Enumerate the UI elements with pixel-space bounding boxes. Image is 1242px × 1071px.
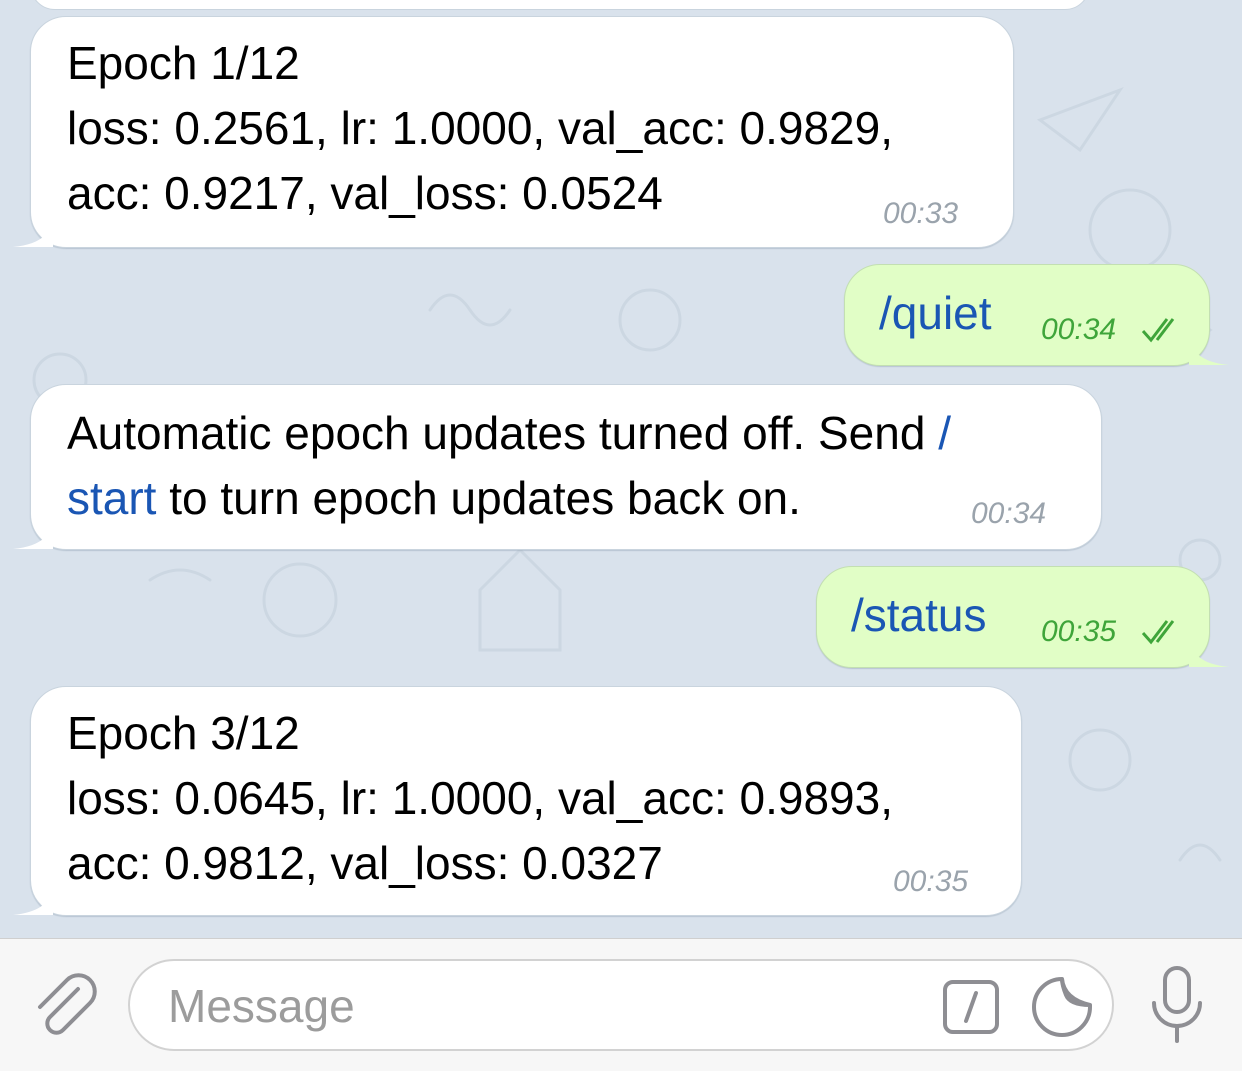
message-text: Epoch 1/12 loss: 0.2561, lr: 1.0000, val… [67,31,893,226]
message-text-part: to turn epoch updates back on. [156,472,801,524]
message-line: loss: 0.0645, lr: 1.0000, val_acc: 0.989… [67,772,893,824]
message-input-bar: Message [0,938,1242,1071]
user-message-quiet[interactable]: /quiet 00:34 [844,264,1229,366]
message-line: acc: 0.9812, val_loss: 0.0327 [67,837,663,889]
bot-message-epoch-3[interactable]: Epoch 3/12 loss: 0.0645, lr: 1.0000, val… [13,686,1022,916]
message-time: 00:33 [883,197,959,230]
previous-message-bubble [30,0,1090,10]
paperclip-icon[interactable] [28,969,100,1041]
command-text[interactable]: /status [851,583,987,648]
message-line: loss: 0.2561, lr: 1.0000, val_acc: 0.982… [67,102,893,154]
message-placeholder: Message [168,980,355,1032]
double-check-icon [1141,620,1175,645]
message-time: 00:34 [971,497,1047,530]
message-text: Epoch 3/12 loss: 0.0645, lr: 1.0000, val… [67,701,893,896]
message-text: Automatic epoch updates turned off. Send… [67,401,951,531]
command-link[interactable]: / [938,407,951,459]
message-time: 00:34 [1041,313,1117,346]
message-time: 00:35 [893,865,969,898]
user-message-status[interactable]: /status 00:35 [816,566,1229,668]
sticker-icon[interactable] [1030,975,1094,1039]
slash-command-icon[interactable] [942,979,1000,1035]
command-link[interactable]: start [67,472,156,524]
message-text-part: Automatic epoch updates turned off. Send [67,407,939,459]
bubble-tail [1189,330,1229,365]
message-line: Epoch 3/12 [67,707,300,759]
bubble-tail [1189,632,1229,667]
message-time: 00:35 [1041,615,1117,648]
message-line: acc: 0.9217, val_loss: 0.0524 [67,167,663,219]
bot-message-quiet-reply[interactable]: Automatic epoch updates turned off. Send… [13,384,1102,550]
bubble-tail [13,212,53,247]
double-check-icon [1141,318,1175,343]
message-input[interactable]: Message [128,959,1114,1051]
bot-message-epoch-1[interactable]: Epoch 1/12 loss: 0.2561, lr: 1.0000, val… [13,16,1014,248]
bubble-tail [13,880,53,915]
microphone-icon[interactable] [1146,965,1208,1045]
bubble-tail [13,514,53,549]
message-line: Epoch 1/12 [67,37,300,89]
command-text[interactable]: /quiet [879,281,992,346]
chat-area[interactable]: Epoch 1/12 loss: 0.2561, lr: 1.0000, val… [0,0,1242,938]
